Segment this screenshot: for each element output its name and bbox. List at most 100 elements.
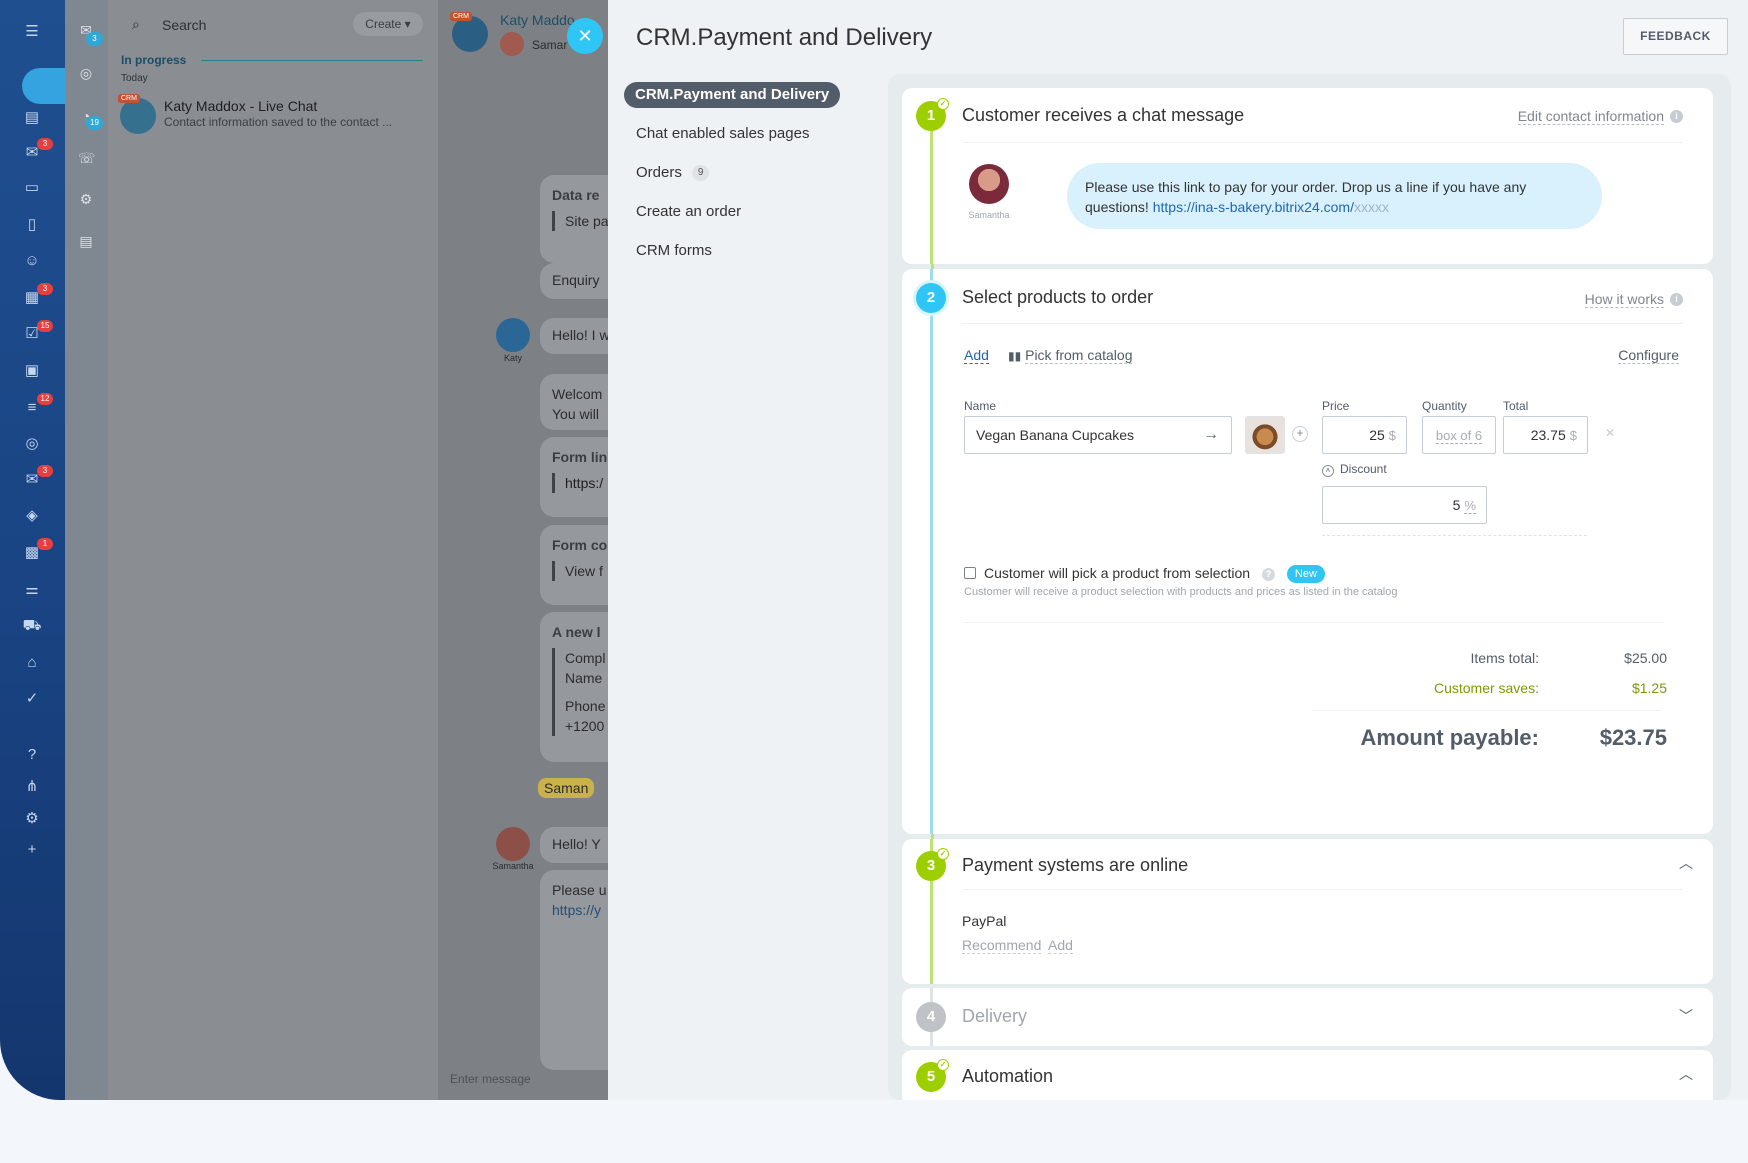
price-input[interactable]: 25 $: [1322, 416, 1407, 454]
add-payment-link[interactable]: Add: [1048, 937, 1073, 954]
menu-item-crm-forms[interactable]: CRM forms: [624, 231, 854, 270]
help-icon[interactable]: ?: [22, 747, 42, 763]
date-label: Today: [121, 73, 148, 84]
users-icon[interactable]: ☺: [22, 253, 42, 269]
how-it-works-link[interactable]: How it works i: [1584, 291, 1683, 309]
chat-item-avatar[interactable]: CRM: [118, 94, 156, 134]
menu-item-sales-pages[interactable]: Chat enabled sales pages: [624, 114, 854, 153]
recommend-link[interactable]: Recommend: [962, 937, 1042, 954]
chat-badge: 3: [37, 138, 53, 150]
target-icon[interactable]: ◎: [22, 436, 42, 452]
currency-unit: $: [1388, 428, 1396, 443]
configure-link[interactable]: Configure: [1618, 347, 1679, 364]
payment-link[interactable]: https://ina-s-bakery.bitrix24.com/: [1153, 199, 1354, 215]
step-num: 4: [926, 1008, 936, 1025]
steps-container: 1 ✓ Customer receives a chat message Edit…: [888, 74, 1731, 1100]
bubble-line: You will: [552, 406, 599, 422]
edit-contact-link[interactable]: Edit contact information i: [1517, 108, 1683, 126]
divider: [962, 142, 1683, 143]
chat-item-title[interactable]: Katy Maddox - Live Chat: [164, 98, 317, 114]
discount-toggle[interactable]: ˄ Discount: [1322, 462, 1387, 477]
box-icon[interactable]: ◈: [22, 508, 42, 524]
chevron-down-icon[interactable]: ﹀: [1679, 1006, 1693, 1026]
selection-checkbox[interactable]: [964, 567, 976, 579]
mail-badge: 3: [37, 465, 53, 477]
search-icon: ⌕: [132, 16, 140, 32]
step-number: 1 ✓: [916, 98, 949, 131]
add-icon[interactable]: +: [22, 842, 42, 858]
amount-payable-label: Amount payable:: [1360, 725, 1539, 750]
discount-input[interactable]: 5%: [1322, 486, 1487, 524]
create-label: Create: [365, 17, 402, 31]
settings-icon[interactable]: ⚙: [22, 811, 42, 827]
create-button[interactable]: Create ▾: [353, 12, 423, 36]
gear-icon[interactable]: ⚙: [78, 191, 94, 207]
step-number: 3 ✓: [916, 848, 949, 881]
phone-icon[interactable]: ☏: [78, 150, 96, 166]
menu-label: CRM forms: [636, 242, 712, 259]
help-icon[interactable]: ?: [1262, 567, 1275, 581]
menu-item-payment-delivery[interactable]: CRM.Payment and Delivery: [624, 82, 841, 108]
check-circle-icon[interactable]: ✓: [22, 691, 42, 707]
feedback-button[interactable]: FEEDBACK: [1623, 18, 1728, 55]
close-slider-button[interactable]: ✕: [567, 18, 603, 54]
arrow-right-icon[interactable]: →: [1203, 417, 1219, 453]
bubble-text: Hello! I w: [552, 327, 608, 343]
product-selection-option[interactable]: Customer will pick a product from select…: [964, 565, 1325, 584]
catalog-book-icon: ▮▮: [1008, 349, 1022, 363]
add-image-icon[interactable]: +: [1292, 426, 1308, 442]
product-name-input[interactable]: Vegan Banana Cupcakes →: [964, 416, 1232, 454]
divider: [962, 889, 1683, 890]
chat-header-title[interactable]: Katy Maddo: [500, 12, 575, 28]
menu-icon[interactable]: ☰: [22, 24, 42, 40]
step-num: 3: [926, 857, 936, 874]
add-product-link[interactable]: Add: [964, 347, 989, 364]
structure-icon[interactable]: ⋔: [22, 779, 42, 795]
feed-icon[interactable]: ▤: [22, 110, 42, 126]
message-bubble: A new l Compl Name Phone +1200: [540, 612, 608, 762]
cart-icon[interactable]: ⛟: [22, 618, 42, 634]
openlines-icon[interactable]: ◎: [78, 65, 94, 81]
currency-unit: $: [1569, 428, 1577, 443]
check-icon: ✓: [937, 98, 949, 110]
remove-row-icon[interactable]: ✕: [1605, 426, 1615, 440]
notes-icon[interactable]: ▤: [78, 233, 94, 249]
chevron-up-icon[interactable]: ︿: [1679, 853, 1693, 873]
slider-menu: CRM.Payment and Delivery Chat enabled sa…: [624, 82, 854, 270]
step-heading: Customer receives a chat message: [962, 105, 1245, 125]
tasks-badge: 15: [37, 320, 53, 332]
step-card-automation[interactable]: 5 ✓ Automation ︿: [902, 1050, 1713, 1100]
divider: [962, 323, 1683, 324]
contact-card-icon[interactable]: ▣: [22, 363, 42, 379]
chat-list: ⌕ Search Create ▾ In progress Today CRM …: [108, 0, 438, 1100]
step-heading: Payment systems are online: [962, 855, 1189, 875]
step-card-delivery[interactable]: 4 Delivery ﹀: [902, 988, 1713, 1046]
chevron-up-icon[interactable]: ︿: [1679, 1064, 1693, 1084]
link-tail: xxxxx: [1353, 199, 1389, 215]
message-bubble: Hello! I w: [540, 318, 608, 354]
message-bubble: Hello! Y: [540, 827, 608, 863]
robot-badge: 1: [37, 538, 53, 550]
bubble-text: Enquiry: [552, 272, 600, 288]
calendar-badge: 3: [37, 283, 53, 295]
store-icon[interactable]: ⌂: [22, 655, 42, 671]
bubble-title: Form lin: [552, 449, 608, 465]
menu-item-create-order[interactable]: Create an order: [624, 192, 854, 231]
bubble-quote: View f: [552, 561, 608, 581]
menu-label: Orders: [636, 164, 682, 181]
quantity-input[interactable]: box of 6: [1422, 416, 1496, 454]
bubble-link[interactable]: https://y: [552, 900, 608, 920]
search-input[interactable]: Search: [162, 17, 206, 33]
menu-item-orders[interactable]: Orders 9: [624, 153, 854, 192]
percent-unit[interactable]: %: [1464, 498, 1476, 514]
step-number: 2: [916, 283, 946, 313]
message-input[interactable]: Enter message: [450, 1072, 531, 1086]
sliders-icon[interactable]: ⚌: [22, 582, 42, 598]
inbox-icon[interactable]: ▭: [22, 180, 42, 196]
step-card-select-products: 2 Select products to order How it works i…: [902, 269, 1713, 834]
avatar-label: Samantha: [492, 861, 534, 871]
document-icon[interactable]: ▯: [22, 217, 42, 233]
product-thumbnail[interactable]: [1245, 416, 1285, 454]
pick-from-catalog-link[interactable]: ▮▮ Pick from catalog: [1008, 347, 1133, 364]
price-label: Price: [1322, 399, 1350, 413]
